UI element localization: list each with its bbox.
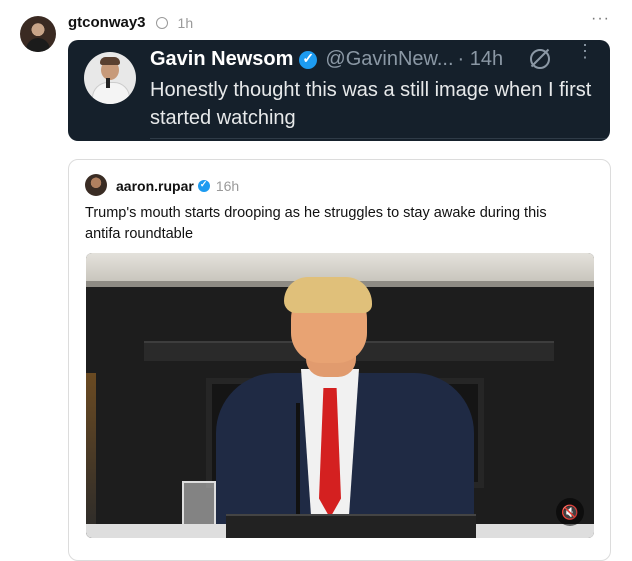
verified-badge-icon bbox=[299, 50, 318, 69]
mute-button[interactable]: 🔇 bbox=[556, 498, 584, 526]
quoted-post-time[interactable]: 16h bbox=[216, 178, 239, 194]
quoted-post-avatar[interactable] bbox=[85, 174, 107, 196]
embedded-tweet-handle: @GavinNew... bbox=[325, 48, 454, 70]
embedded-tweet-avatar bbox=[84, 52, 136, 104]
verified-badge-icon bbox=[155, 16, 168, 29]
post-username[interactable]: gtconway3 bbox=[68, 14, 146, 31]
quoted-post-text: Trump's mouth starts drooping as he stru… bbox=[85, 205, 547, 242]
embedded-tweet-time: · 14h bbox=[457, 48, 504, 70]
quoted-post-username[interactable]: aaron.rupar bbox=[116, 178, 194, 194]
quoted-post-card[interactable]: aaron.rupar 16h Trump's mouth starts dro… bbox=[68, 159, 611, 561]
post-time[interactable]: 1h bbox=[178, 15, 194, 31]
embedded-tweet-more-icon: ⋮ bbox=[576, 41, 594, 61]
divider bbox=[150, 138, 610, 139]
embedded-tweet-text: Honestly thought this was a still image … bbox=[150, 79, 592, 129]
verified-badge-icon bbox=[197, 179, 210, 192]
embedded-tweet-name: Gavin Newsom bbox=[150, 48, 294, 70]
mute-icon: 🔇 bbox=[561, 503, 579, 520]
video-player[interactable]: 🔇 bbox=[86, 253, 594, 538]
post-header: gtconway3 1h bbox=[68, 14, 193, 31]
main-avatar[interactable] bbox=[20, 16, 56, 52]
quoted-post-header: aaron.rupar 16h bbox=[116, 178, 239, 194]
grok-icon bbox=[530, 49, 550, 69]
embedded-tweet-screenshot: Gavin Newsom @GavinNew... · 14h ⋮ Honest… bbox=[68, 40, 610, 141]
embedded-tweet-header: Gavin Newsom @GavinNew... · 14h bbox=[150, 48, 503, 71]
more-options-button[interactable]: ··· bbox=[591, 10, 610, 28]
